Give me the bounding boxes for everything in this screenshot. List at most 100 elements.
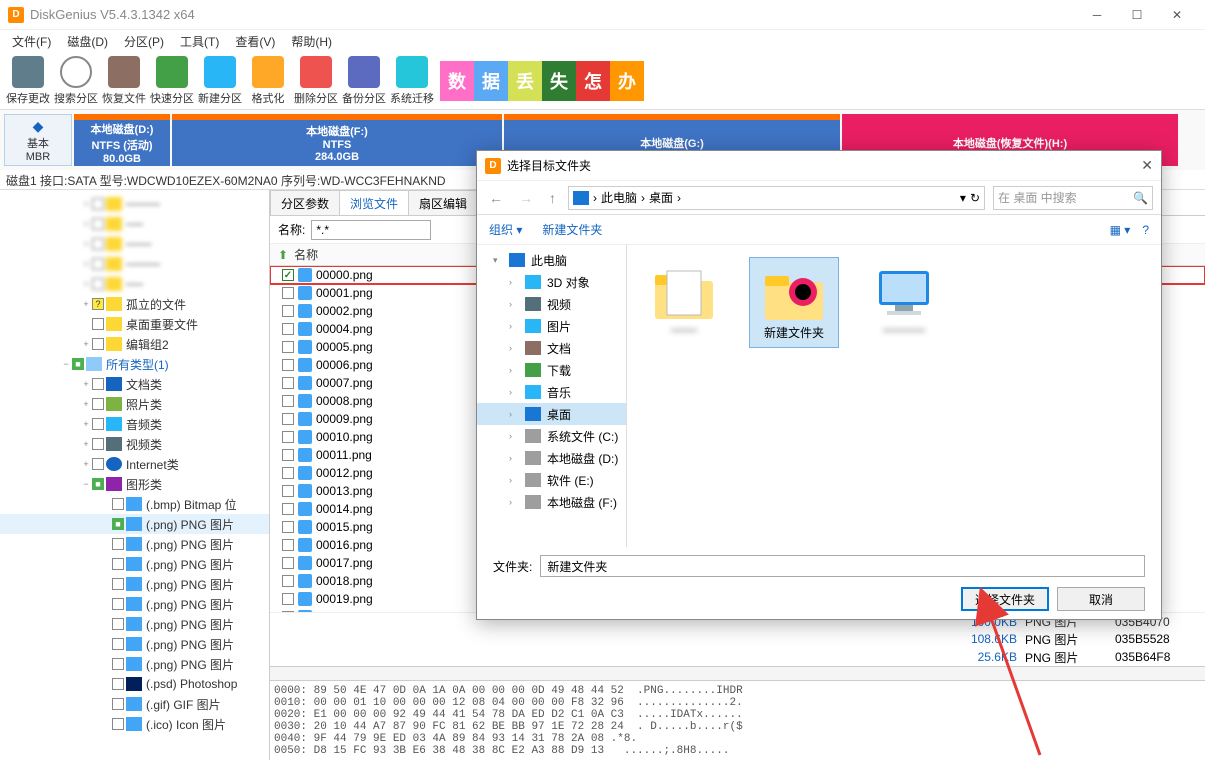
- menu-file[interactable]: 文件(F): [4, 31, 59, 52]
- file-checkbox[interactable]: [282, 575, 294, 587]
- help-icon[interactable]: ?: [1142, 223, 1149, 237]
- tree-drive-d[interactable]: ›本地磁盘 (D:): [477, 447, 626, 469]
- menu-help[interactable]: 帮助(H): [283, 31, 340, 52]
- file-checkbox[interactable]: [282, 557, 294, 569]
- dialog-tree[interactable]: ▾此电脑 ›3D 对象 ›视频 ›图片 ›文档 ›下载 ›音乐 ›桌面 ›系统文…: [477, 245, 627, 547]
- view-icon[interactable]: ▦ ▾: [1110, 223, 1131, 237]
- horizontal-scrollbar[interactable]: [270, 666, 1205, 680]
- file-checkbox[interactable]: [282, 593, 294, 605]
- dialog-close-button[interactable]: ✕: [1141, 157, 1153, 174]
- minimize-button[interactable]: ─: [1077, 1, 1117, 29]
- file-checkbox[interactable]: [282, 485, 294, 497]
- up-icon[interactable]: ⬆: [278, 248, 288, 262]
- tree-video[interactable]: ›视频: [477, 293, 626, 315]
- tree-bmp[interactable]: (.bmp) Bitmap 位: [146, 496, 237, 513]
- menu-tools[interactable]: 工具(T): [172, 31, 227, 52]
- search-icon[interactable]: 🔍: [1133, 191, 1148, 205]
- folder-item-pc[interactable]: ─────: [859, 257, 949, 343]
- tree-drive-e[interactable]: ›软件 (E:): [477, 469, 626, 491]
- tree-important[interactable]: 桌面重要文件: [126, 316, 198, 333]
- tool-recover[interactable]: 恢复文件: [100, 54, 148, 108]
- menu-partition[interactable]: 分区(P): [116, 31, 172, 52]
- tool-backup-partition[interactable]: 备份分区: [340, 54, 388, 108]
- tree-photo[interactable]: 照片类: [126, 396, 162, 413]
- tree-ico[interactable]: (.ico) Icon 图片: [146, 716, 226, 733]
- tool-delete-partition[interactable]: 删除分区: [292, 54, 340, 108]
- filter-input[interactable]: [311, 220, 431, 240]
- tree-psd[interactable]: (.psd) Photoshop: [146, 677, 237, 691]
- tree-drive-c[interactable]: ›系统文件 (C:): [477, 425, 626, 447]
- refresh-icon[interactable]: ↻: [970, 191, 980, 205]
- tool-save[interactable]: 保存更改: [4, 54, 52, 108]
- search-box[interactable]: 在 桌面 中搜索 🔍: [993, 186, 1153, 210]
- up-button[interactable]: ↑: [545, 190, 560, 206]
- folder-item-1[interactable]: ───: [639, 257, 729, 343]
- file-checkbox[interactable]: [282, 521, 294, 533]
- file-icon: [298, 394, 312, 408]
- tool-new-partition[interactable]: 新建分区: [196, 54, 244, 108]
- file-checkbox[interactable]: [282, 377, 294, 389]
- folder-input[interactable]: [540, 555, 1145, 577]
- col-name[interactable]: 名称: [294, 246, 318, 263]
- tool-search-partition[interactable]: 搜索分区: [52, 54, 100, 108]
- tool-format[interactable]: 格式化: [244, 54, 292, 108]
- tree-group[interactable]: 编辑组2: [126, 336, 169, 353]
- tree-orphan[interactable]: 孤立的文件: [126, 296, 186, 313]
- file-checkbox[interactable]: [282, 467, 294, 479]
- back-button[interactable]: ←: [485, 190, 507, 206]
- partition-f[interactable]: 本地磁盘(F:)NTFS284.0GB: [172, 114, 502, 166]
- tree-gif[interactable]: (.gif) GIF 图片: [146, 696, 221, 713]
- file-checkbox[interactable]: [282, 305, 294, 317]
- hex-view[interactable]: 0000: 89 50 4E 47 0D 0A 1A 0A 00 00 00 0…: [270, 680, 1205, 760]
- file-checkbox[interactable]: [282, 503, 294, 515]
- folder-item-new[interactable]: 新建文件夹: [749, 257, 839, 348]
- maximize-button[interactable]: ☐: [1117, 1, 1157, 29]
- menu-view[interactable]: 查看(V): [227, 31, 283, 52]
- tree-pictures[interactable]: ›图片: [477, 315, 626, 337]
- new-folder-button[interactable]: 新建文件夹: [542, 221, 602, 238]
- select-folder-button[interactable]: 选择文件夹: [961, 587, 1049, 611]
- tree-doc[interactable]: 文档类: [126, 376, 162, 393]
- mbr-box[interactable]: ◆ 基本 MBR: [4, 114, 72, 166]
- tree-downloads[interactable]: ›下载: [477, 359, 626, 381]
- breadcrumb[interactable]: › 此电脑 › 桌面 › ▾ ↻: [568, 186, 985, 210]
- tree-music[interactable]: ›音乐: [477, 381, 626, 403]
- file-icon: [298, 412, 312, 426]
- file-checkbox[interactable]: [282, 431, 294, 443]
- tree-internet[interactable]: Internet类: [126, 456, 179, 473]
- partition-d[interactable]: 本地磁盘(D:)NTFS (活动)80.0GB: [74, 114, 170, 166]
- tree-docs[interactable]: ›文档: [477, 337, 626, 359]
- tree-png[interactable]: (.png) PNG 图片: [146, 516, 234, 533]
- tree-audio[interactable]: 音频类: [126, 416, 162, 433]
- tree-drive-f[interactable]: ›本地磁盘 (F:): [477, 491, 626, 513]
- close-button[interactable]: ✕: [1157, 1, 1197, 29]
- organize-button[interactable]: 组织 ▾: [489, 221, 522, 238]
- tree-desktop[interactable]: ›桌面: [477, 403, 626, 425]
- file-checkbox[interactable]: [282, 449, 294, 461]
- tree-thispc[interactable]: ▾此电脑: [477, 249, 626, 271]
- file-checkbox[interactable]: [282, 287, 294, 299]
- tool-migrate[interactable]: 系统迁移: [388, 54, 436, 108]
- menu-disk[interactable]: 磁盘(D): [59, 31, 116, 52]
- cancel-button[interactable]: 取消: [1057, 587, 1145, 611]
- tool-quick-partition[interactable]: 快速分区: [148, 54, 196, 108]
- tree-graphics[interactable]: 图形类: [126, 476, 162, 493]
- file-checkbox[interactable]: ✓: [282, 269, 294, 281]
- tab-browse-files[interactable]: 浏览文件: [339, 190, 409, 215]
- dialog-content[interactable]: ─── 新建文件夹 ─────: [627, 245, 1161, 547]
- tab-partition-params[interactable]: 分区参数: [270, 190, 340, 215]
- tree-3d[interactable]: ›3D 对象: [477, 271, 626, 293]
- tree-video[interactable]: 视频类: [126, 436, 162, 453]
- file-checkbox[interactable]: [282, 323, 294, 335]
- forward-button[interactable]: →: [515, 190, 537, 206]
- tree-alltypes[interactable]: 所有类型(1): [106, 356, 169, 373]
- tab-sector-edit[interactable]: 扇区编辑: [408, 190, 478, 215]
- file-checkbox[interactable]: [282, 395, 294, 407]
- left-tree[interactable]: +──── +── +─── +──── +── +?孤立的文件 桌面重要文件 …: [0, 190, 270, 760]
- file-checkbox[interactable]: [282, 341, 294, 353]
- file-icon: [298, 358, 312, 372]
- file-checkbox[interactable]: [282, 359, 294, 371]
- file-checkbox[interactable]: [282, 413, 294, 425]
- dropdown-icon[interactable]: ▾: [960, 191, 966, 205]
- file-checkbox[interactable]: [282, 539, 294, 551]
